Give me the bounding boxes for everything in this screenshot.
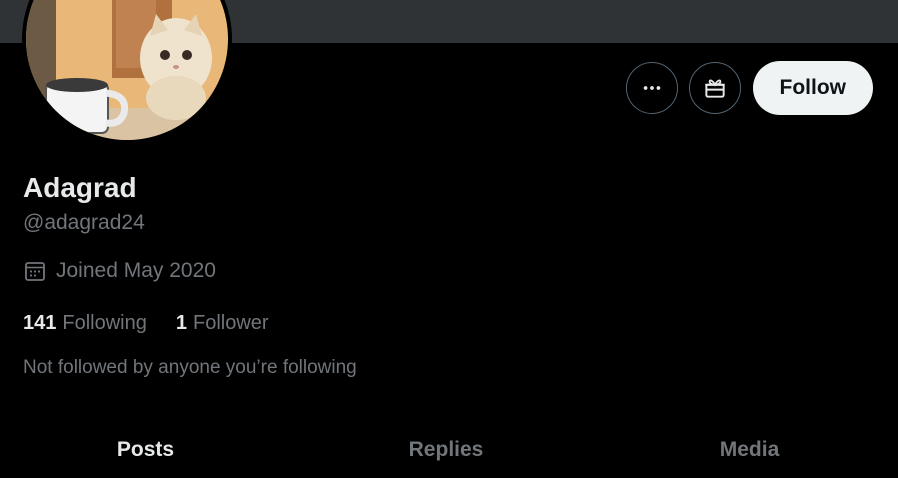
follow-button[interactable]: Follow — [752, 61, 873, 115]
followers-link[interactable]: 1 Follower — [176, 312, 269, 335]
followers-label: Follower — [192, 312, 269, 334]
followers-count: 1 — [175, 312, 187, 334]
more-button[interactable] — [625, 62, 678, 114]
gift-button[interactable] — [688, 62, 741, 114]
profile-tabs: Posts Replies Media — [0, 430, 898, 478]
more-horizontal-icon — [643, 86, 660, 90]
user-handle: @adagrad24 — [23, 211, 145, 234]
gift-icon — [704, 79, 725, 98]
tab-posts[interactable]: Posts — [0, 430, 291, 478]
following-count: 141 — [23, 312, 57, 334]
tab-media[interactable]: Media — [601, 430, 898, 478]
profile-avatar[interactable] — [22, 0, 232, 144]
display-name: Adagrad — [23, 172, 137, 203]
follow-stats: 141 Following 1 Follower — [23, 312, 269, 335]
calendar-icon — [25, 262, 45, 281]
following-label: Following — [62, 312, 147, 334]
profile-actions: Follow — [625, 61, 873, 115]
following-link[interactable]: 141 Following — [23, 312, 147, 335]
not-followed-note: Not followed by anyone you’re following — [23, 357, 357, 378]
kitten-with-mug-avatar-image — [26, 0, 228, 140]
joined-text: Joined May 2020 — [56, 259, 216, 282]
tab-replies[interactable]: Replies — [291, 430, 601, 478]
joined-date: Joined May 2020 — [23, 259, 216, 283]
